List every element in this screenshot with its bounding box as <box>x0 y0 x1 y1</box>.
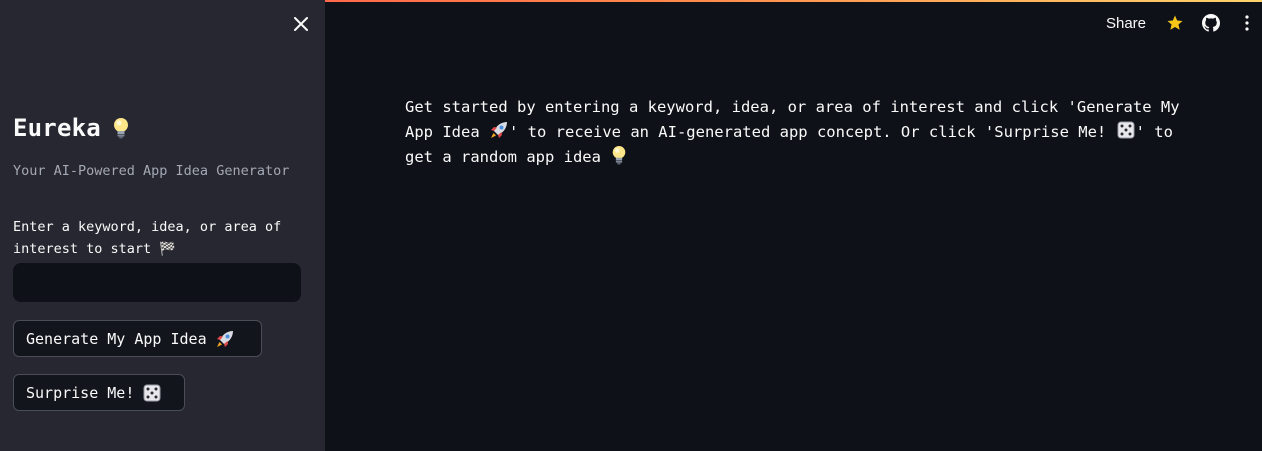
keyword-input[interactable] <box>13 263 301 302</box>
header-actions: Share <box>1106 10 1262 36</box>
sidebar-title-row: Eureka <box>13 114 131 142</box>
share-button[interactable]: Share <box>1106 15 1146 32</box>
lightbulb-icon <box>111 117 131 139</box>
more-vertical-icon[interactable] <box>1238 14 1256 32</box>
dice-icon <box>142 383 162 403</box>
lightbulb-icon <box>610 145 628 165</box>
dice-icon <box>1116 120 1136 140</box>
app-subtitle: Your AI-Powered App Idea Generator <box>13 163 290 179</box>
rocket-icon <box>215 329 235 349</box>
rocket-icon <box>489 120 509 140</box>
close-icon <box>294 17 308 31</box>
keyword-input-label: Enter a keyword, idea, or area of intere… <box>13 219 282 257</box>
sidebar: Eureka Your AI-Powered App Idea Generato… <box>0 0 325 451</box>
intro-text-part2: ' to receive an AI-generated app concept… <box>509 123 1107 141</box>
app-title: Eureka <box>13 114 101 142</box>
generate-button-label: Generate My App Idea <box>26 329 207 348</box>
intro-text: Get started by entering a keyword, idea,… <box>405 95 1205 170</box>
github-icon[interactable] <box>1202 14 1220 32</box>
surprise-me-button[interactable]: Surprise Me! <box>13 374 185 411</box>
generate-app-idea-button[interactable]: Generate My App Idea <box>13 320 262 357</box>
surprise-button-label: Surprise Me! <box>26 383 135 402</box>
star-icon[interactable] <box>1166 14 1184 32</box>
close-sidebar-button[interactable] <box>289 12 313 36</box>
